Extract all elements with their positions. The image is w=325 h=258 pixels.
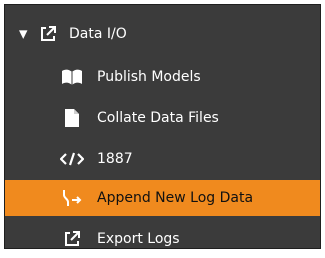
tree-item-label: 1887 — [97, 151, 133, 167]
book-icon — [59, 67, 85, 87]
tree-item-collate-data-files[interactable]: Collate Data Files — [5, 99, 320, 137]
tree-item-label: Collate Data Files — [97, 110, 219, 126]
tree-item-append-new-log-data[interactable]: Append New Log Data — [5, 180, 320, 216]
tree-item-label: Append New Log Data — [97, 190, 254, 206]
tree-item-1887[interactable]: 1887 — [5, 140, 320, 178]
tree-item-publish-models[interactable]: Publish Models — [5, 58, 320, 96]
external-link-icon — [35, 24, 61, 44]
code-icon — [59, 149, 85, 169]
external-link-icon — [59, 229, 85, 249]
document-icon — [59, 108, 85, 128]
tree-item-label: Publish Models — [97, 69, 201, 85]
tree-item-label: Export Logs — [97, 231, 180, 247]
tree-panel: ▼ Data I/O Publish Models Collate Data F… — [4, 4, 321, 249]
caret-down-icon[interactable]: ▼ — [19, 28, 27, 41]
append-icon — [59, 188, 85, 208]
tree-item-export-logs[interactable]: Export Logs — [5, 220, 320, 258]
tree-group-label: Data I/O — [69, 26, 127, 42]
tree-group-data-io[interactable]: ▼ Data I/O — [5, 17, 320, 51]
